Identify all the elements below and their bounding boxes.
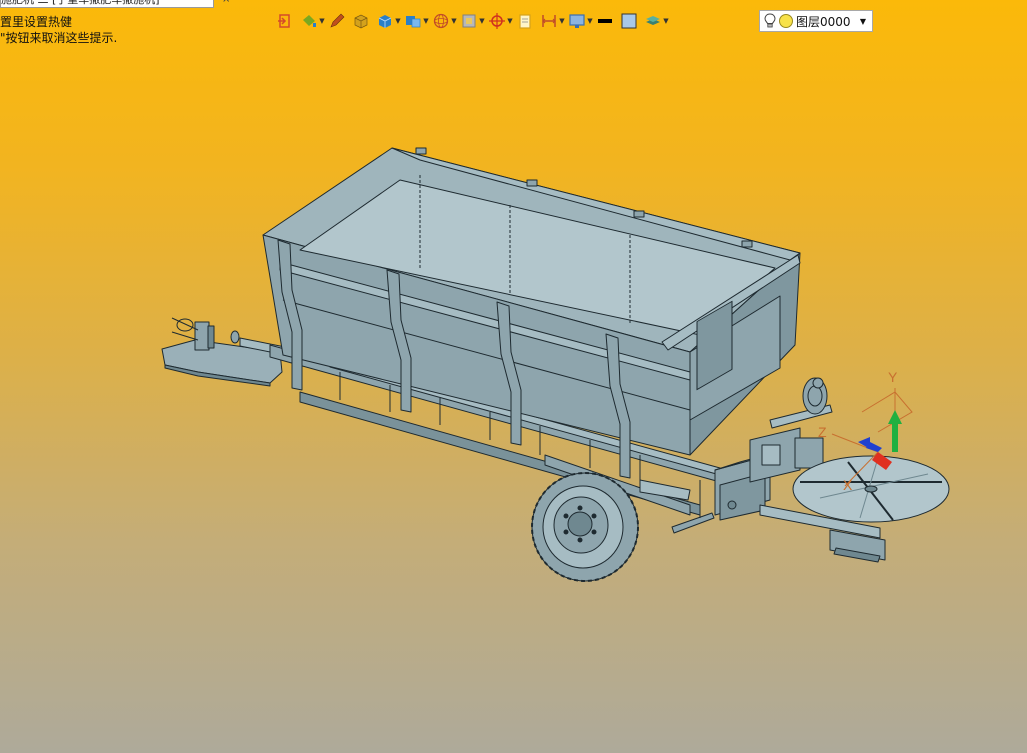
y-axis-label: Y [888, 369, 898, 385]
spreader-trailer-model [161, 147, 950, 582]
spreader-disc [792, 455, 950, 523]
drive-shaft [769, 377, 833, 429]
y-axis-arrow [892, 420, 898, 452]
model-viewport[interactable]: Y Z X [0, 0, 1027, 753]
wheel [531, 472, 639, 582]
x-axis-label: X [843, 477, 853, 493]
z-axis-label: Z [818, 424, 827, 440]
